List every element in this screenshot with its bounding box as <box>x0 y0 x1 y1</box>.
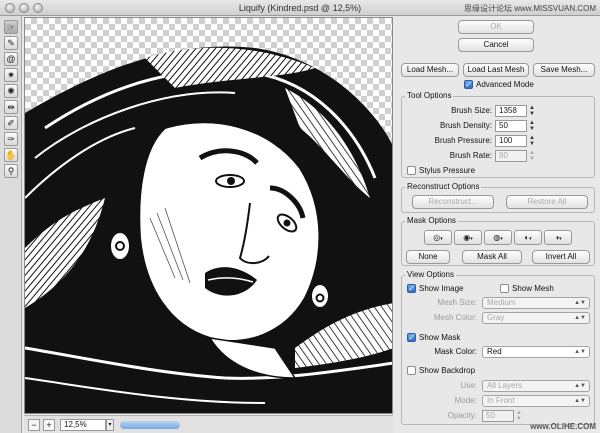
show-mask-checkbox[interactable]: ✓ <box>407 333 416 342</box>
mask-color-value: Red <box>487 347 502 356</box>
preview-canvas[interactable] <box>24 17 393 414</box>
view-options-title: View Options <box>405 270 456 279</box>
options-panel: OK Cancel Load Mesh... Load Last Mesh Sa… <box>396 16 600 433</box>
restore-all-button[interactable]: Restore All <box>506 195 588 209</box>
backdrop-opacity-input[interactable]: 50 <box>482 410 514 422</box>
stylus-pressure-checkbox[interactable] <box>407 166 416 175</box>
mask-color-select[interactable]: Red ▲▼ <box>482 346 590 358</box>
forward-warp-icon[interactable]: ☞ <box>4 20 18 34</box>
brush-pressure-input[interactable]: 100 <box>495 135 527 147</box>
portrait-illustration <box>25 46 392 413</box>
brush-rate-input[interactable]: 80 <box>495 150 527 162</box>
mask-invert-icon[interactable]: ◑▾ <box>544 230 572 245</box>
mask-all-button[interactable]: Mask All <box>462 250 522 264</box>
freeze-mask-icon[interactable]: ✐ <box>4 116 18 130</box>
backdrop-use-label: Use: <box>460 381 477 390</box>
mask-intersect-icon[interactable]: ◐▾ <box>514 230 542 245</box>
brush-rate-stepper[interactable]: ▲ ▼ <box>528 150 536 162</box>
advanced-mode-checkbox[interactable]: ✓ <box>464 80 473 89</box>
chevron-updown-icon: ▲▼ <box>574 315 586 321</box>
pucker-icon[interactable]: ✷ <box>4 68 18 82</box>
mesh-color-select[interactable]: Gray ▲▼ <box>482 312 590 324</box>
cancel-button[interactable]: Cancel <box>458 38 534 52</box>
brush-size-stepper[interactable]: ▲ ▼ <box>528 105 536 117</box>
twirl-clockwise-icon[interactable]: @ <box>4 52 18 66</box>
reconstruct-button[interactable]: Reconstruct... <box>412 195 494 209</box>
load-mesh-button[interactable]: Load Mesh... <box>401 63 459 77</box>
bloat-icon[interactable]: ✺ <box>4 84 18 98</box>
mesh-color-value: Gray <box>487 313 505 322</box>
mesh-size-value: Medium <box>487 298 516 307</box>
zoom-icon[interactable]: ⚲ <box>4 164 18 178</box>
mask-options-title: Mask Options <box>405 216 458 225</box>
horizontal-scrollbar[interactable] <box>120 421 180 429</box>
backdrop-use-select[interactable]: All Layers ▲▼ <box>482 380 590 392</box>
backdrop-use-value: All Layers <box>487 381 523 390</box>
mask-mode-row: ◎▾ ◉▾ ◍▾ ◐▾ ◑▾ <box>424 230 584 245</box>
zoom-level-field[interactable]: 12,5% <box>60 419 106 431</box>
mask-subtract-icon[interactable]: ◍▾ <box>484 230 512 245</box>
ok-button[interactable]: OK <box>458 20 534 34</box>
mask-none-button[interactable]: None <box>406 250 450 264</box>
reconstruct-icon[interactable]: ✎ <box>4 36 18 50</box>
hand-icon[interactable]: ✋ <box>4 148 18 162</box>
invert-all-button[interactable]: Invert All <box>532 250 590 264</box>
chevron-updown-icon: ▲▼ <box>574 398 586 404</box>
backdrop-opacity-label: Opacity: <box>447 411 477 420</box>
liquify-toolbar: ☞ ✎ @ ✷ ✺ ⇹ ✐ ✑ ✋ ⚲ <box>0 16 22 433</box>
show-backdrop-checkbox[interactable] <box>407 366 416 375</box>
watermark-bottom: www.OLiHE.COM <box>530 422 596 431</box>
brush-size-label: Brush Size: <box>451 106 492 115</box>
mask-color-label: Mask Color: <box>434 347 477 356</box>
brush-pressure-label: Brush Pressure: <box>434 136 492 145</box>
brush-density-input[interactable]: 50 <box>495 120 527 132</box>
show-backdrop-label: Show Backdrop <box>419 366 476 375</box>
mask-replace-icon[interactable]: ◎▾ <box>424 230 452 245</box>
backdrop-opacity-stepper[interactable]: ▲ ▼ <box>515 410 523 422</box>
reconstruct-options-section: Reconstruct Options Reconstruct... Resto… <box>401 182 595 213</box>
view-options-section: View Options ✓ Show Image Show Mesh Mesh… <box>401 270 595 425</box>
mesh-color-label: Mesh Color: <box>433 313 477 322</box>
brush-rate-label: Brush Rate: <box>449 151 492 160</box>
tool-options-title: Tool Options <box>405 91 454 100</box>
show-mesh-checkbox[interactable] <box>500 284 509 293</box>
stylus-pressure-label: Stylus Pressure <box>419 166 476 175</box>
show-mask-label: Show Mask <box>419 333 461 342</box>
zoom-in-button[interactable]: + <box>43 419 55 431</box>
tool-options-section: Tool Options Brush Size: 1358 ▲ ▼ Brush D… <box>401 91 595 178</box>
chevron-updown-icon: ▲▼ <box>574 349 586 355</box>
chevron-updown-icon: ▲▼ <box>574 300 586 306</box>
brush-density-stepper[interactable]: ▲ ▼ <box>528 120 536 132</box>
backdrop-mode-label: Mode: <box>454 396 477 405</box>
show-image-label: Show Image <box>419 284 464 293</box>
show-image-checkbox[interactable]: ✓ <box>407 284 416 293</box>
brush-size-input[interactable]: 1358 <box>495 105 527 117</box>
mask-options-section: Mask Options ◎▾ ◉▾ ◍▾ ◐▾ ◑▾ None Mask Al… <box>401 216 595 266</box>
zoom-dropdown-icon[interactable]: ▾ <box>106 419 114 431</box>
chevron-updown-icon: ▲▼ <box>574 383 586 389</box>
mesh-size-label: Mesh Size: <box>437 298 477 307</box>
watermark-top: 思缘设计论坛 www.MISSVUAN.COM <box>463 4 596 13</box>
mask-add-icon[interactable]: ◉▾ <box>454 230 482 245</box>
reconstruct-options-title: Reconstruct Options <box>405 182 482 191</box>
zoom-out-button[interactable]: − <box>28 419 40 431</box>
backdrop-mode-select[interactable]: In Front ▲▼ <box>482 395 590 407</box>
push-left-icon[interactable]: ⇹ <box>4 100 18 114</box>
backdrop-mode-value: In Front <box>487 396 515 405</box>
advanced-mode-label: Advanced Mode <box>476 80 534 89</box>
window-titlebar: Liquify (Kindred.psd @ 12,5%) 思缘设计论坛 www… <box>0 0 600 16</box>
mesh-size-select[interactable]: Medium ▲▼ <box>482 297 590 309</box>
brush-density-label: Brush Density: <box>439 121 492 130</box>
canvas-statusbar: − + 12,5% ▾ <box>24 415 393 433</box>
thaw-mask-icon[interactable]: ✑ <box>4 132 18 146</box>
brush-pressure-stepper[interactable]: ▲ ▼ <box>528 135 536 147</box>
save-mesh-button[interactable]: Save Mesh... <box>533 63 595 77</box>
show-mesh-label: Show Mesh <box>512 284 554 293</box>
load-last-mesh-button[interactable]: Load Last Mesh <box>463 63 529 77</box>
